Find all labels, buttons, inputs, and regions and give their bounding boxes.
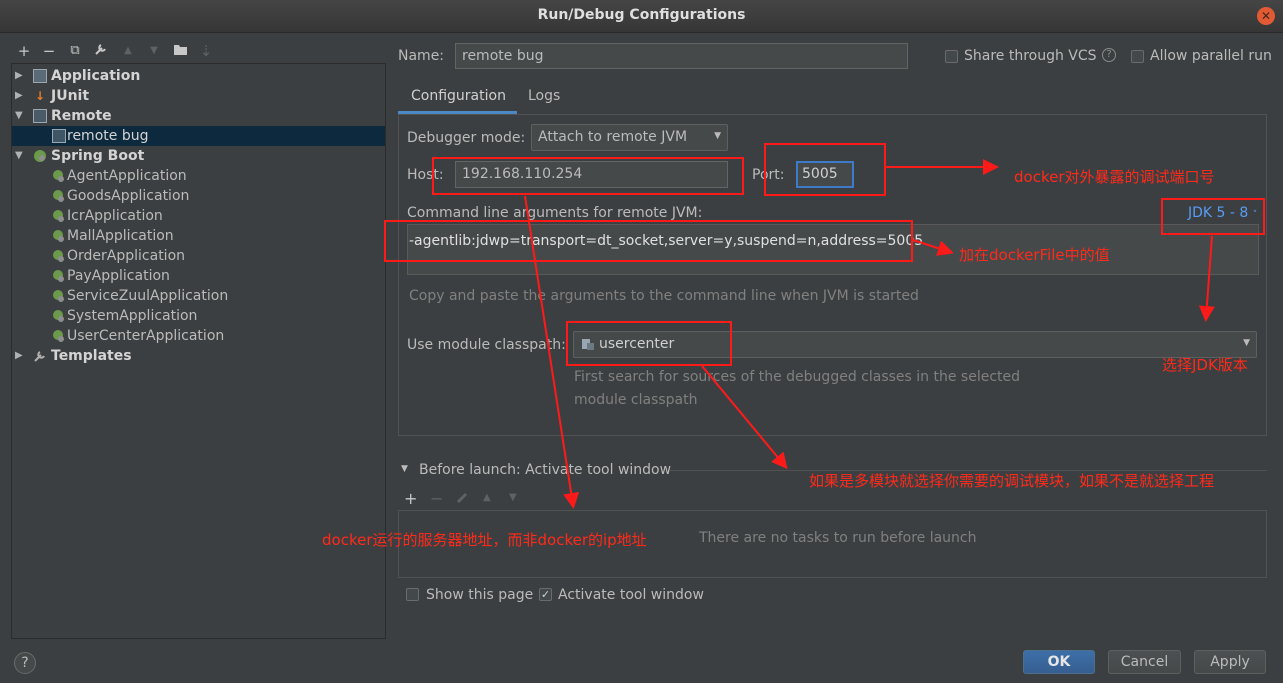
arrow-host [524,195,580,509]
arrow-module [701,365,788,470]
annotation-cmd: 加在dockerFile中的值 [959,246,1110,264]
arrow-cmd [912,239,954,256]
annotation-jdk: 选择JDK版本 [1162,356,1248,374]
annotation-port: docker对外暴露的调试端口号 [1014,168,1215,186]
annotation-module: 如果是多模块就选择你需要的调试模块，如果不是就选择工程 [809,472,1215,490]
arrow-jdk [1198,235,1215,322]
annotation-arrows [524,159,1215,509]
annotation-host: docker运行的服务器地址，而非docker的ip地址 [322,531,647,549]
